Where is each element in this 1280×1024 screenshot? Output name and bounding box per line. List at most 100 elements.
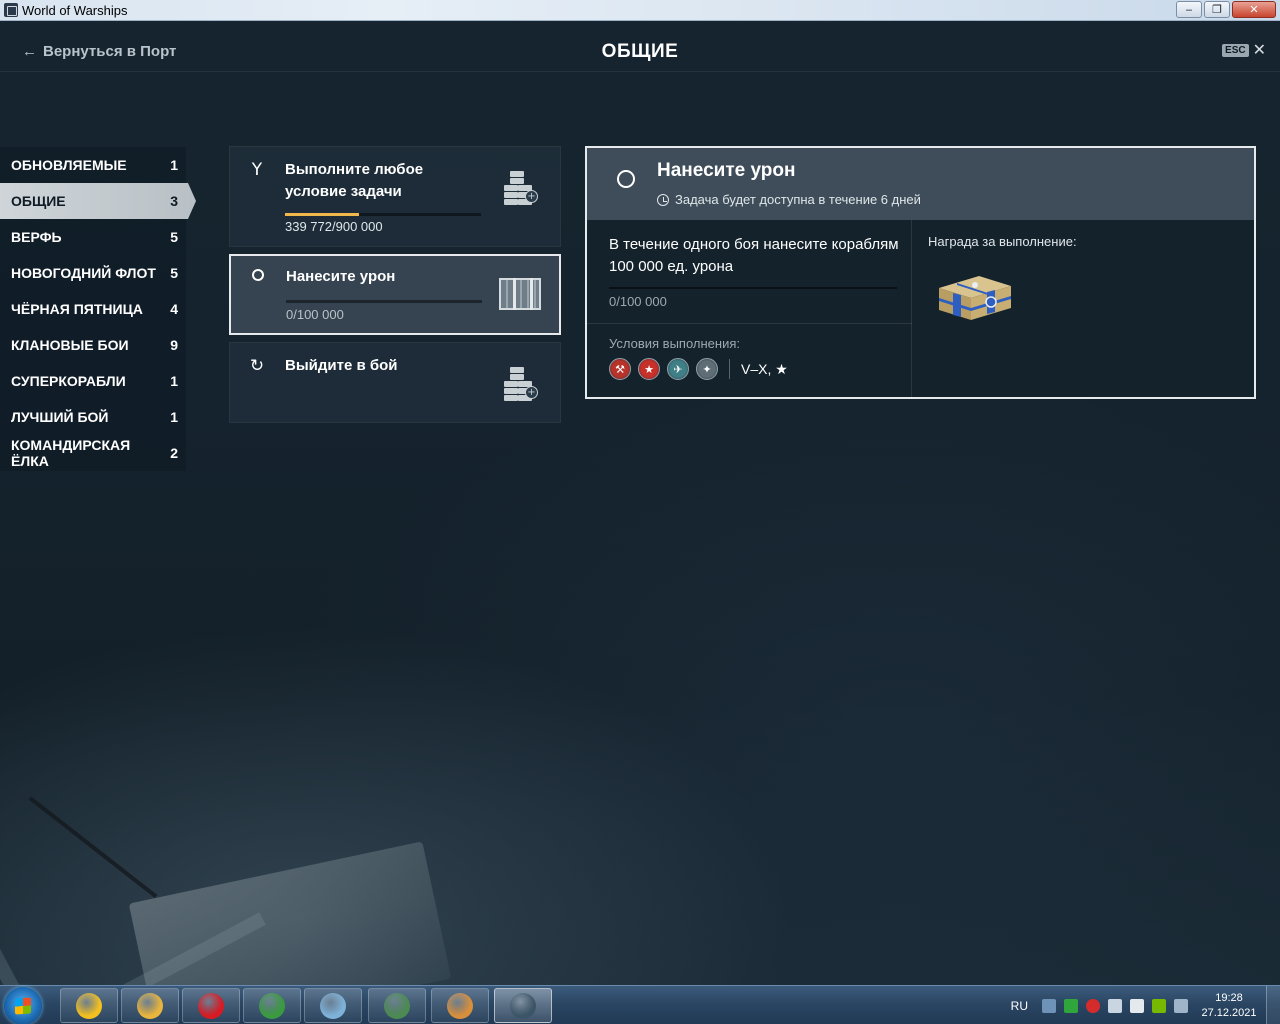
sidebar-item-superships[interactable]: СУПЕРКОРАБЛИ 1	[0, 363, 186, 399]
credits-icon: +	[504, 363, 538, 401]
task-detail-panel: Нанесите урон Задача будет доступна в те…	[585, 146, 1256, 399]
conditions-row: ⚒ ★ ✈ ✦ V–X, ★	[609, 358, 788, 380]
crate-icon	[499, 278, 541, 310]
sidebar-item-count: 2	[170, 445, 178, 461]
sidebar-item-best-battle[interactable]: ЛУЧШИЙ БОЙ 1	[0, 399, 186, 435]
explorer-icon	[137, 992, 163, 1019]
taskbar-app-notepad[interactable]	[304, 988, 362, 1023]
sidebar-item-count: 1	[170, 409, 178, 425]
system-clock[interactable]: 19:28 27.12.2021	[1196, 991, 1262, 1021]
section-divider	[587, 323, 912, 324]
volume-tray-icon[interactable]	[1108, 998, 1122, 1013]
task-progress-fill	[285, 213, 359, 216]
header-divider	[0, 71, 1280, 72]
action-center-flag-icon[interactable]	[1130, 998, 1144, 1013]
antivirus-tray-icon[interactable]	[1086, 998, 1100, 1013]
sidebar-item-label: КОМАНДИРСКАЯ ЁЛКА	[11, 437, 131, 469]
sidebar-item-clan-battles[interactable]: КЛАНОВЫЕ БОИ 9	[0, 327, 186, 363]
ring-icon	[249, 267, 267, 285]
minimize-button[interactable]: ‒	[1176, 1, 1202, 18]
taskbar-app-chrome[interactable]	[243, 988, 301, 1023]
reward-section: Награда за выполнение:	[913, 220, 1254, 399]
notepad-icon	[320, 992, 346, 1019]
task-progress-bar	[285, 213, 481, 216]
branch-icon: Y	[251, 160, 263, 180]
display-tray-icon[interactable]	[1174, 998, 1188, 1013]
network-tray-icon[interactable]	[1042, 998, 1056, 1013]
sidebar-item-label: ЛУЧШИЙ БОЙ	[11, 409, 109, 425]
window-title: World of Warships	[22, 2, 128, 18]
task-progress-value: 0/100 000	[286, 307, 344, 322]
taskbar-app-paint[interactable]	[431, 988, 489, 1023]
task-title: Выполните любое условие задачи	[285, 161, 424, 200]
warships-icon	[510, 992, 536, 1019]
taskbar-app-archicad[interactable]	[60, 988, 118, 1023]
clock-icon	[657, 193, 669, 206]
esc-close-button[interactable]: ESC ✕	[1222, 40, 1266, 59]
sidebar-item-label: НОВОГОДНИЙ ФЛОТ	[11, 265, 156, 281]
task-availability: Задача будет доступна в течение 6 дней	[657, 192, 921, 207]
plus-icon: +	[525, 386, 538, 399]
battery-tray-icon[interactable]	[1064, 998, 1078, 1013]
task-card-any-condition[interactable]: Y Выполните любое условие задачи 339 772…	[229, 146, 561, 247]
task-condition-section: В течение одного боя нанесите кораблям 1…	[587, 220, 912, 399]
sidebar-item-general[interactable]: ОБЩИЕ 3	[0, 183, 196, 219]
taskbar-app-opera[interactable]	[182, 988, 240, 1023]
task-progress-bar	[286, 300, 482, 303]
start-button[interactable]	[4, 987, 42, 1024]
show-desktop-button[interactable]	[1266, 986, 1280, 1024]
task-detail-header: Нанесите урон Задача будет доступна в те…	[587, 148, 1254, 220]
taskbar-app-warships[interactable]	[494, 988, 552, 1023]
sidebar-item-count: 3	[170, 193, 178, 209]
sidebar-item-label: ЧЁРНАЯ ПЯТНИЦА	[11, 301, 143, 317]
task-detail-title: Нанесите урон	[657, 160, 796, 181]
sidebar-item-label: ОБЩИЕ	[11, 193, 66, 209]
page-title: ОБЩИЕ	[601, 41, 679, 62]
nation-pan-asia-icon: ✈	[667, 358, 689, 380]
monitor-app-icon	[384, 992, 410, 1019]
nvidia-tray-icon[interactable]	[1152, 998, 1166, 1013]
task-detail-progress-value: 0/100 000	[609, 294, 667, 309]
window-title-bar[interactable]: World of Warships ‒ ❐ ✕	[0, 0, 1280, 21]
task-card-enter-battle[interactable]: ↻ Выйдите в бой +	[229, 342, 561, 423]
os-taskbar: RU 19:28 27.12.2021	[0, 985, 1280, 1024]
archicad-icon	[76, 992, 102, 1019]
warships-app-icon	[4, 3, 18, 17]
language-indicator[interactable]: RU	[1011, 999, 1028, 1013]
task-detail-progress-bar	[609, 287, 897, 289]
conditions-divider	[729, 359, 730, 379]
sidebar-item-count: 1	[170, 157, 178, 173]
sidebar-item-label: КЛАНОВЫЕ БОИ	[11, 337, 129, 353]
category-sidebar: ОБНОВЛЯЕМЫЕ 1 ОБЩИЕ 3 ВЕРФЬ 5 НОВОГОДНИЙ…	[0, 147, 196, 471]
sidebar-item-label: ВЕРФЬ	[11, 229, 62, 245]
sidebar-item-shipyard[interactable]: ВЕРФЬ 5	[0, 219, 186, 255]
sidebar-item-count: 5	[170, 229, 178, 245]
sidebar-item-commander-tree[interactable]: КОМАНДИРСКАЯ ЁЛКА 2	[0, 435, 186, 471]
sidebar-item-new-year-fleet[interactable]: НОВОГОДНИЙ ФЛОТ 5	[0, 255, 186, 291]
task-list: Y Выполните любое условие задачи 339 772…	[229, 146, 561, 430]
taskbar-app-explorer[interactable]	[121, 988, 179, 1023]
sidebar-item-label: СУПЕРКОРАБЛИ	[11, 373, 126, 389]
system-tray: RU 19:28 27.12.2021	[1011, 986, 1280, 1024]
close-icon: ✕	[1252, 40, 1266, 59]
task-title: Выйдите в бой	[285, 357, 398, 374]
sidebar-item-count: 9	[170, 337, 178, 353]
maximize-button[interactable]: ❐	[1204, 1, 1230, 18]
sidebar-item-black-friday[interactable]: ЧЁРНАЯ ПЯТНИЦА 4	[0, 291, 186, 327]
conditions-label: Условия выполнения:	[609, 336, 740, 351]
taskbar-app-monitor[interactable]	[368, 988, 426, 1023]
sidebar-item-updatable[interactable]: ОБНОВЛЯЕМЫЕ 1	[0, 147, 186, 183]
close-window-button[interactable]: ✕	[1232, 1, 1276, 18]
game-screen: ← Вернуться в Порт ОБЩИЕ ESC ✕ ОБНОВЛЯЕМ…	[0, 21, 1280, 985]
sidebar-item-label: ОБНОВЛЯЕМЫЕ	[11, 157, 127, 173]
reward-label: Награда за выполнение:	[928, 234, 1077, 249]
plus-icon: +	[525, 190, 538, 203]
sidebar-item-count: 1	[170, 373, 178, 389]
esc-key-hint: ESC	[1222, 43, 1249, 57]
gift-crate-icon[interactable]	[935, 272, 1015, 322]
nation-europe-icon: ✦	[696, 358, 718, 380]
credits-icon: +	[504, 167, 538, 205]
task-card-deal-damage[interactable]: Нанесите урон 0/100 000	[229, 254, 561, 335]
opera-icon	[198, 992, 224, 1019]
chrome-icon	[259, 992, 285, 1019]
